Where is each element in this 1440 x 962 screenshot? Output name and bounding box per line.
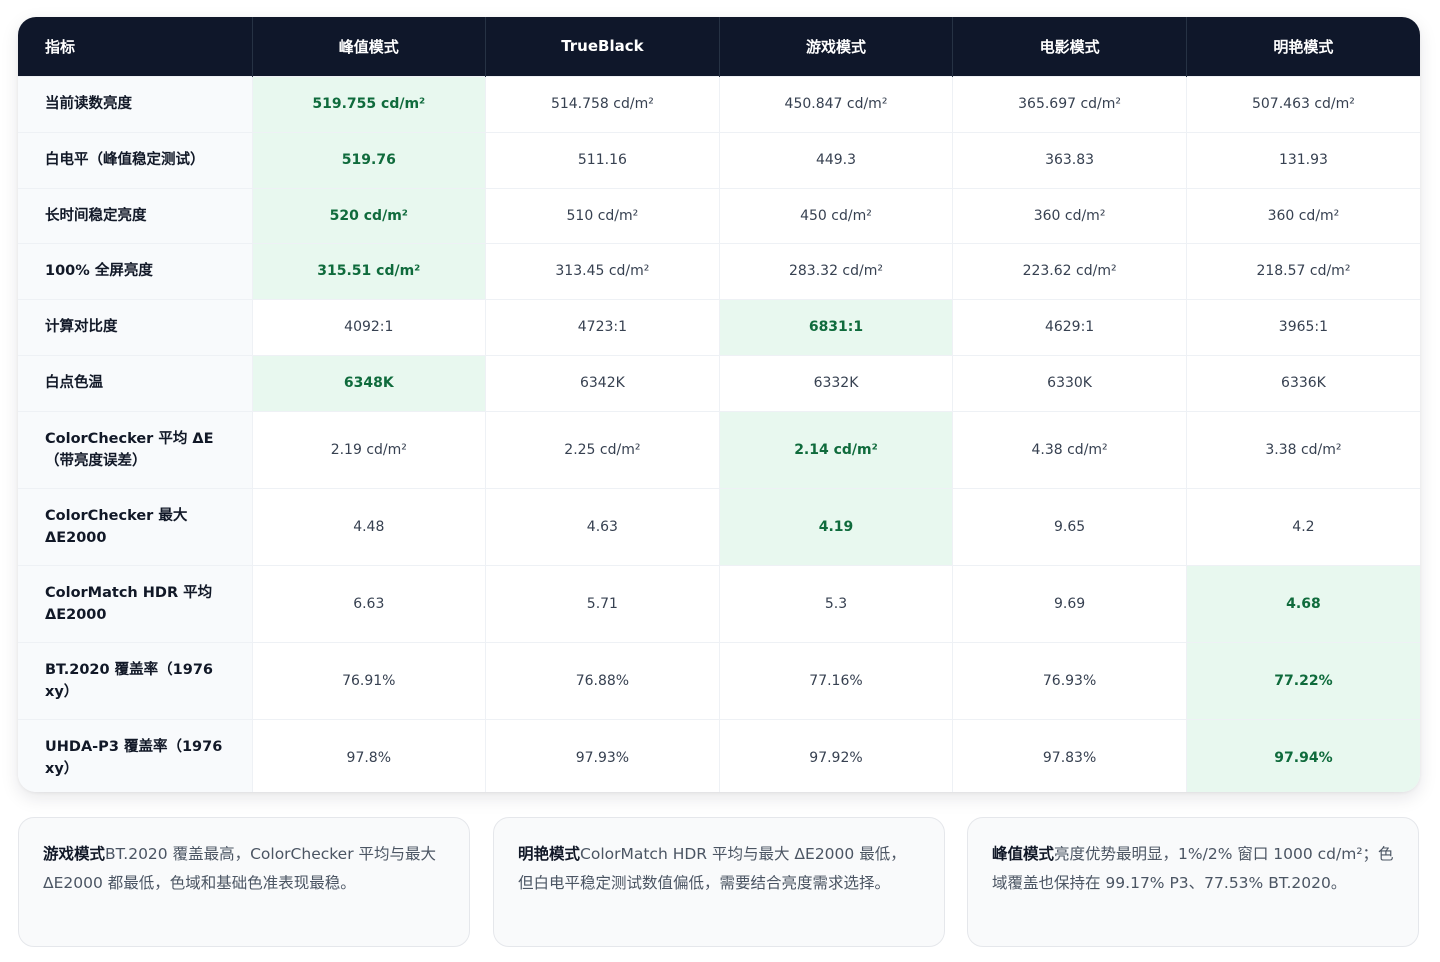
row-metric-label: 白点色温	[18, 354, 253, 411]
note-card-game-mode: 游戏模式BT.2020 覆盖最高，ColorChecker 平均与最大 ΔE20…	[18, 817, 470, 947]
table-cell: 5.3	[719, 564, 954, 642]
table-cell-best: 4.68	[1186, 564, 1420, 642]
mode-comparison-table: 指标 峰值模式 TrueBlack 游戏模式 电影模式 明艳模式 当前读数亮度 5…	[18, 17, 1420, 792]
note-card-peak-mode: 峰值模式亮度优势最明显，1%/2% 窗口 1000 cd/m²；色域覆盖也保持在…	[967, 817, 1419, 947]
table-cell: 6332K	[719, 354, 954, 411]
table-cell: 77.16%	[719, 641, 954, 719]
table-row: BT.2020 覆盖率（1976 xy） 76.91% 76.88% 77.16% 76…	[18, 641, 1420, 719]
table-cell: 450 cd/m²	[719, 187, 954, 243]
table-cell: 5.71	[485, 564, 720, 642]
table-cell-best: 6831:1	[719, 298, 954, 355]
note-title: 明艳模式	[518, 845, 581, 863]
note-title: 峰值模式	[992, 845, 1055, 863]
table-body: 当前读数亮度 519.755 cd/m² 514.758 cd/m² 450.847 …	[18, 75, 1420, 792]
comparison-table-card: 指标 峰值模式 TrueBlack 游戏模式 电影模式 明艳模式 当前读数亮度 5…	[18, 17, 1420, 792]
table-cell: 360 cd/m²	[1186, 187, 1420, 243]
table-row: ColorChecker 最大 ΔE2000 4.48 4.63 4.19 9.65 4.…	[18, 487, 1420, 565]
table-cell: 9.65	[952, 487, 1187, 565]
row-metric-label: 长时间稳定亮度	[18, 187, 253, 243]
table-cell: 218.57 cd/m²	[1186, 242, 1420, 299]
note-card-vivid-mode: 明艳模式ColorMatch HDR 平均与最大 ΔE2000 最低，但白电平稳…	[493, 817, 945, 947]
table-cell: 2.25 cd/m²	[485, 410, 720, 488]
table-cell: 3965:1	[1186, 298, 1420, 355]
row-metric-label: 100% 全屏亮度	[18, 242, 253, 299]
table-cell: 510 cd/m²	[485, 187, 720, 243]
row-metric-label: UHDA-P3 覆盖率（1976 xy）	[18, 718, 253, 792]
table-cell: 4.48	[252, 487, 487, 565]
table-cell-best: 77.22%	[1186, 641, 1420, 719]
table-cell-best: 6348K	[252, 354, 487, 411]
table-row: 白点色温 6348K 6342K 6332K 6330K 6336K	[18, 354, 1420, 411]
table-cell: 6.63	[252, 564, 487, 642]
header-mode-game: 游戏模式	[719, 17, 954, 76]
row-metric-label: 当前读数亮度	[18, 75, 253, 132]
table-cell: 6336K	[1186, 354, 1420, 411]
header-mode-movie: 电影模式	[952, 17, 1187, 76]
header-mode-peak: 峰值模式	[252, 17, 487, 76]
table-cell-best: 520 cd/m²	[252, 187, 487, 243]
table-row: 长时间稳定亮度 520 cd/m² 510 cd/m² 450 cd/m² 360 cd…	[18, 187, 1420, 243]
table-cell: 97.8%	[252, 718, 487, 792]
table-cell: 6330K	[952, 354, 1187, 411]
row-metric-label: ColorChecker 平均 ΔE（带亮度误差）	[18, 410, 253, 488]
table-cell: 76.91%	[252, 641, 487, 719]
table-cell: 360 cd/m²	[952, 187, 1187, 243]
table-cell-best: 315.51 cd/m²	[252, 242, 487, 299]
table-cell: 365.697 cd/m²	[952, 75, 1187, 132]
table-cell: 4723:1	[485, 298, 720, 355]
table-cell: 4629:1	[952, 298, 1187, 355]
table-cell-best: 4.19	[719, 487, 954, 565]
header-mode-trueblack: TrueBlack	[485, 17, 720, 76]
table-cell: 3.38 cd/m²	[1186, 410, 1420, 488]
table-cell: 97.93%	[485, 718, 720, 792]
table-cell: 97.83%	[952, 718, 1187, 792]
table-cell: 283.32 cd/m²	[719, 242, 954, 299]
table-cell-best: 519.76	[252, 131, 487, 188]
table-cell: 450.847 cd/m²	[719, 75, 954, 132]
table-row: UHDA-P3 覆盖率（1976 xy） 97.8% 97.93% 97.92% 97.…	[18, 718, 1420, 792]
table-cell: 511.16	[485, 131, 720, 188]
table-cell: 97.92%	[719, 718, 954, 792]
header-metric: 指标	[18, 17, 253, 76]
table-cell: 9.69	[952, 564, 1187, 642]
row-metric-label: ColorMatch HDR 平均 ΔE2000	[18, 564, 253, 642]
row-metric-label: 计算对比度	[18, 298, 253, 355]
table-cell: 76.93%	[952, 641, 1187, 719]
table-cell: 6342K	[485, 354, 720, 411]
table-row: 白电平（峰值稳定测试） 519.76 511.16 449.3 363.83 131.93	[18, 131, 1420, 188]
table-cell: 363.83	[952, 131, 1187, 188]
header-mode-vivid: 明艳模式	[1186, 17, 1420, 76]
row-metric-label: BT.2020 覆盖率（1976 xy）	[18, 641, 253, 719]
table-cell: 223.62 cd/m²	[952, 242, 1187, 299]
table-cell-best: 519.755 cd/m²	[252, 75, 487, 132]
table-cell: 313.45 cd/m²	[485, 242, 720, 299]
table-cell-best: 2.14 cd/m²	[719, 410, 954, 488]
table-cell: 507.463 cd/m²	[1186, 75, 1420, 132]
note-title: 游戏模式	[43, 845, 106, 863]
row-metric-label: 白电平（峰值稳定测试）	[18, 131, 253, 188]
table-cell: 4.38 cd/m²	[952, 410, 1187, 488]
table-row: ColorMatch HDR 平均 ΔE2000 6.63 5.71 5.3 9.69 4…	[18, 564, 1420, 642]
table-cell: 514.758 cd/m²	[485, 75, 720, 132]
table-row: 当前读数亮度 519.755 cd/m² 514.758 cd/m² 450.847 …	[18, 75, 1420, 132]
table-cell: 4.2	[1186, 487, 1420, 565]
table-cell: 449.3	[719, 131, 954, 188]
table-row: ColorChecker 平均 ΔE（带亮度误差） 2.19 cd/m² 2.25 …	[18, 410, 1420, 488]
table-cell-best: 97.94%	[1186, 718, 1420, 792]
table-cell: 76.88%	[485, 641, 720, 719]
table-cell: 4.63	[485, 487, 720, 565]
table-cell: 4092:1	[252, 298, 487, 355]
table-cell: 131.93	[1186, 131, 1420, 188]
table-cell: 2.19 cd/m²	[252, 410, 487, 488]
table-row: 计算对比度 4092:1 4723:1 6831:1 4629:1 3965:1	[18, 298, 1420, 355]
table-header-row: 指标 峰值模式 TrueBlack 游戏模式 电影模式 明艳模式	[18, 17, 1420, 76]
row-metric-label: ColorChecker 最大 ΔE2000	[18, 487, 253, 565]
table-row: 100% 全屏亮度 315.51 cd/m² 313.45 cd/m² 283.32 …	[18, 242, 1420, 299]
